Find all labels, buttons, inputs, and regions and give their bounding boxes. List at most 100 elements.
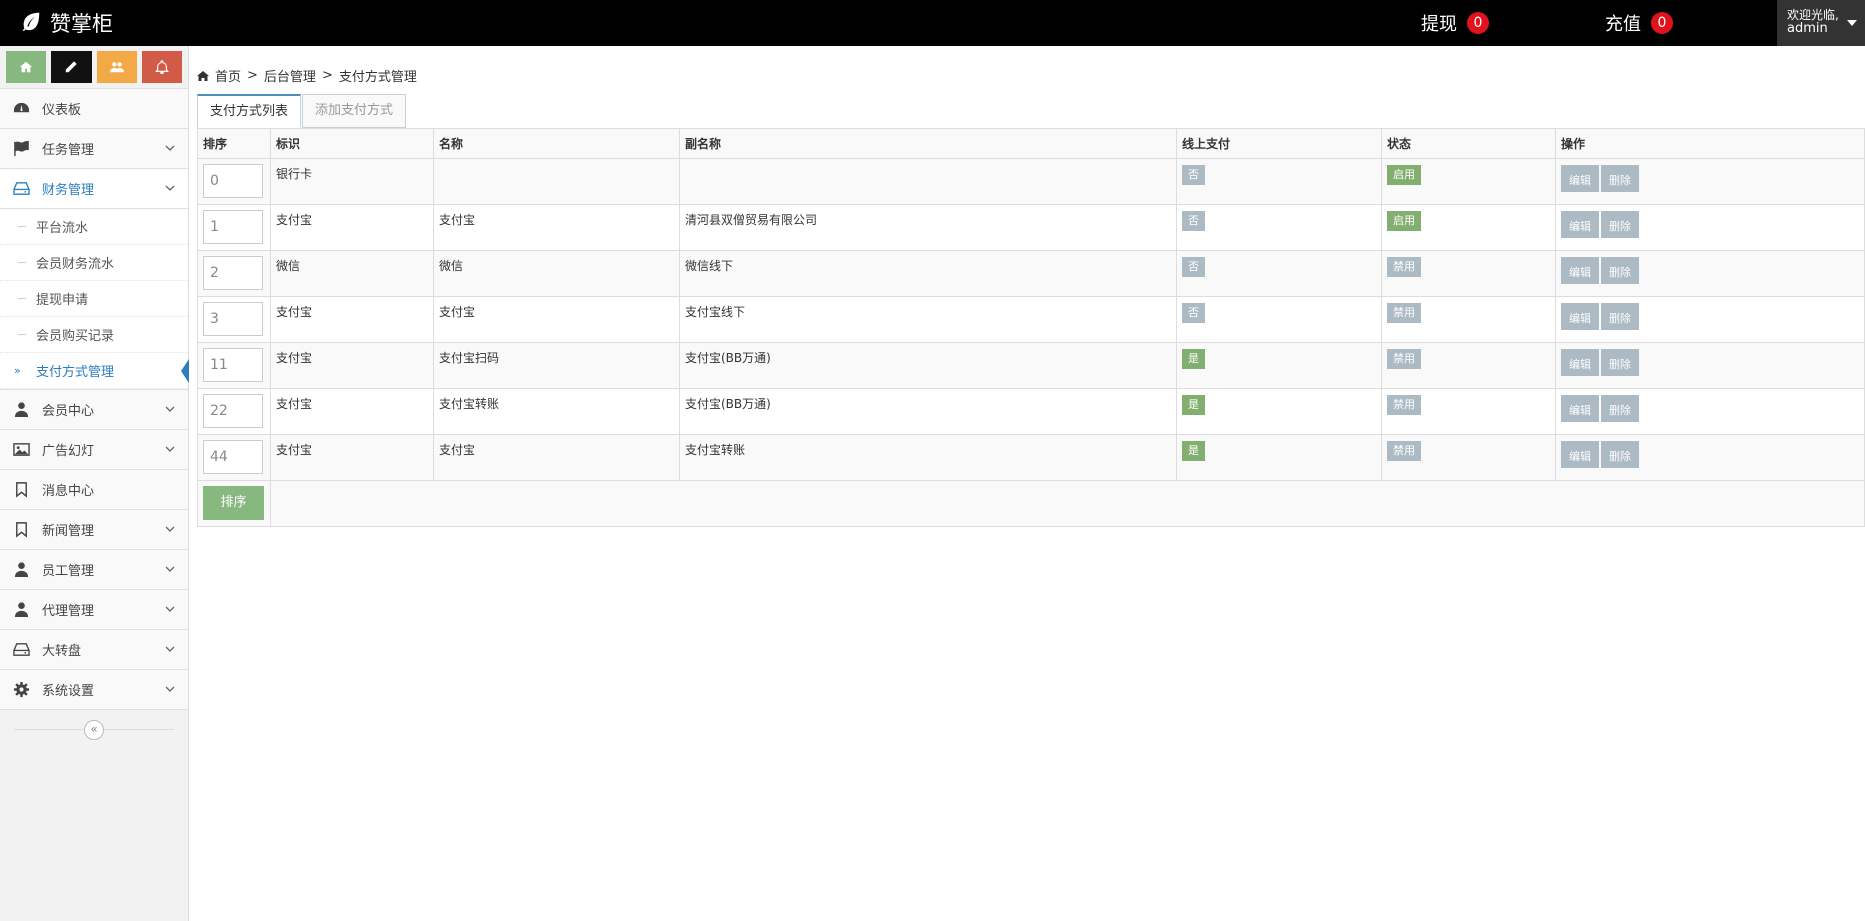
sidebar-item-tasks[interactable]: 任务管理: [0, 128, 188, 168]
edit-button[interactable]: 编辑: [1561, 395, 1599, 422]
sidebar-collapse-row: «: [0, 709, 188, 747]
sidebar-subitem-purchase-records[interactable]: 会员购买记录: [0, 317, 188, 353]
bell-icon: [155, 60, 169, 74]
order-input[interactable]: [203, 210, 263, 244]
order-input[interactable]: [203, 256, 263, 290]
sidebar-item-agents[interactable]: 代理管理: [0, 589, 188, 629]
edit-button[interactable]: 编辑: [1561, 349, 1599, 376]
sidebar-item-messages[interactable]: 消息中心: [0, 469, 188, 509]
sidebar-subitem-member-finance-flow[interactable]: 会员财务流水: [0, 245, 188, 281]
footer-empty-cell: [270, 480, 1865, 527]
chevron-down-icon: [165, 406, 175, 412]
table-footer-row: 排序: [197, 480, 1865, 527]
status-cell: 启用: [1381, 158, 1556, 205]
caret-down-icon: [1847, 20, 1857, 26]
order-input[interactable]: [203, 440, 263, 474]
double-chevron-right-icon: »: [14, 364, 21, 377]
sidebar-item-news[interactable]: 新闻管理: [0, 509, 188, 549]
delete-button[interactable]: 删除: [1601, 349, 1639, 376]
shortcut-edit-button[interactable]: [51, 51, 92, 83]
chevron-down-icon: [165, 526, 175, 532]
dashboard-icon: [11, 99, 31, 119]
status-cell: 禁用: [1381, 342, 1556, 389]
leaf-icon: [20, 10, 42, 37]
order-input[interactable]: [203, 348, 263, 382]
order-input[interactable]: [203, 394, 263, 428]
status-badge: 启用: [1387, 165, 1421, 185]
sidebar-subitem-withdraw-requests[interactable]: 提现申请: [0, 281, 188, 317]
sidebar-subitem-platform-flow[interactable]: 平台流水: [0, 209, 188, 245]
sidebar-item-settings[interactable]: 系统设置: [0, 669, 188, 709]
recharge-notification[interactable]: 充值 0: [1605, 0, 1673, 46]
recharge-count-badge: 0: [1651, 12, 1673, 34]
delete-button[interactable]: 删除: [1601, 441, 1639, 468]
edit-button[interactable]: 编辑: [1561, 441, 1599, 468]
sidebar-subitem-payment-methods[interactable]: » 支付方式管理: [0, 353, 189, 389]
shortcut-notifications-button[interactable]: [141, 51, 182, 83]
sidebar-item-label: 广告幻灯: [42, 444, 95, 459]
online-cell: 是: [1176, 434, 1382, 481]
brand[interactable]: 赞掌柜: [20, 0, 113, 46]
active-pointer: [181, 359, 189, 383]
shortcut-home-button[interactable]: [6, 51, 47, 83]
status-cell: 启用: [1381, 204, 1556, 251]
order-cell: [197, 296, 271, 343]
home-icon: [20, 61, 33, 73]
edit-button[interactable]: 编辑: [1561, 257, 1599, 284]
name-cell: 支付宝转账: [433, 388, 680, 435]
sidebar-item-label: 任务管理: [42, 143, 95, 158]
subname-cell: 支付宝(BB万通): [679, 388, 1177, 435]
order-input[interactable]: [203, 164, 263, 198]
shortcut-users-button[interactable]: [96, 51, 137, 83]
table-row: 支付宝支付宝支付宝线下否禁用编辑删除: [197, 296, 1865, 343]
recharge-label: 充值: [1605, 14, 1641, 35]
status-badge: 禁用: [1387, 349, 1421, 369]
chevron-down-icon: [165, 566, 175, 572]
column-header-actions: 操作: [1555, 128, 1865, 159]
online-cell: 否: [1176, 204, 1382, 251]
sidebar-item-staff[interactable]: 员工管理: [0, 549, 188, 589]
sidebar-item-ads[interactable]: 广告幻灯: [0, 429, 188, 469]
finance-submenu: 平台流水 会员财务流水 提现申请 会员购买记录 » 支付方式管理: [0, 208, 189, 389]
online-badge: 是: [1182, 441, 1205, 461]
breadcrumb-separator: >: [247, 68, 258, 83]
delete-button[interactable]: 删除: [1601, 165, 1639, 192]
breadcrumb-current: 支付方式管理: [338, 70, 417, 85]
delete-button[interactable]: 删除: [1601, 303, 1639, 330]
sidebar-item-finance[interactable]: 财务管理: [0, 168, 188, 208]
column-header-tag: 标识: [270, 128, 434, 159]
sidebar-collapse-button[interactable]: «: [84, 720, 104, 740]
order-cell: [197, 250, 271, 297]
chevron-down-icon: [165, 646, 175, 652]
chevron-down-icon: [165, 446, 175, 452]
order-input[interactable]: [203, 302, 263, 336]
status-cell: 禁用: [1381, 296, 1556, 343]
withdraw-notification[interactable]: 提现 0: [1421, 0, 1489, 46]
column-header-subname: 副名称: [679, 128, 1177, 159]
delete-button[interactable]: 删除: [1601, 211, 1639, 238]
status-cell: 禁用: [1381, 388, 1556, 435]
delete-button[interactable]: 删除: [1601, 395, 1639, 422]
bookmark-icon: [11, 520, 31, 540]
delete-button[interactable]: 删除: [1601, 257, 1639, 284]
tab-payment-list[interactable]: 支付方式列表: [197, 94, 302, 128]
edit-button[interactable]: 编辑: [1561, 211, 1599, 238]
sidebar-item-members[interactable]: 会员中心: [0, 389, 188, 429]
sort-submit-button[interactable]: 排序: [203, 486, 264, 520]
tab-add-payment[interactable]: 添加支付方式: [302, 94, 407, 128]
breadcrumb-home-link[interactable]: 首页: [215, 66, 241, 85]
breadcrumb-separator: >: [321, 68, 333, 83]
edit-button[interactable]: 编辑: [1561, 165, 1599, 192]
edit-button[interactable]: 编辑: [1561, 303, 1599, 330]
chevron-down-icon: [165, 606, 175, 612]
chevron-down-icon: [165, 145, 175, 151]
tag-cell: 支付宝: [270, 388, 434, 435]
tag-cell: 支付宝: [270, 342, 434, 389]
sidebar-item-dashboard[interactable]: 仪表板: [0, 88, 188, 128]
sidebar-item-wheel[interactable]: 大转盘: [0, 629, 188, 669]
online-badge: 否: [1182, 165, 1205, 185]
breadcrumb-backend-link[interactable]: 后台管理: [264, 66, 316, 85]
user-menu[interactable]: 欢迎光临, admin: [1777, 0, 1865, 46]
gear-icon: [11, 680, 31, 700]
sidebar-item-label: 仪表板: [42, 103, 82, 118]
